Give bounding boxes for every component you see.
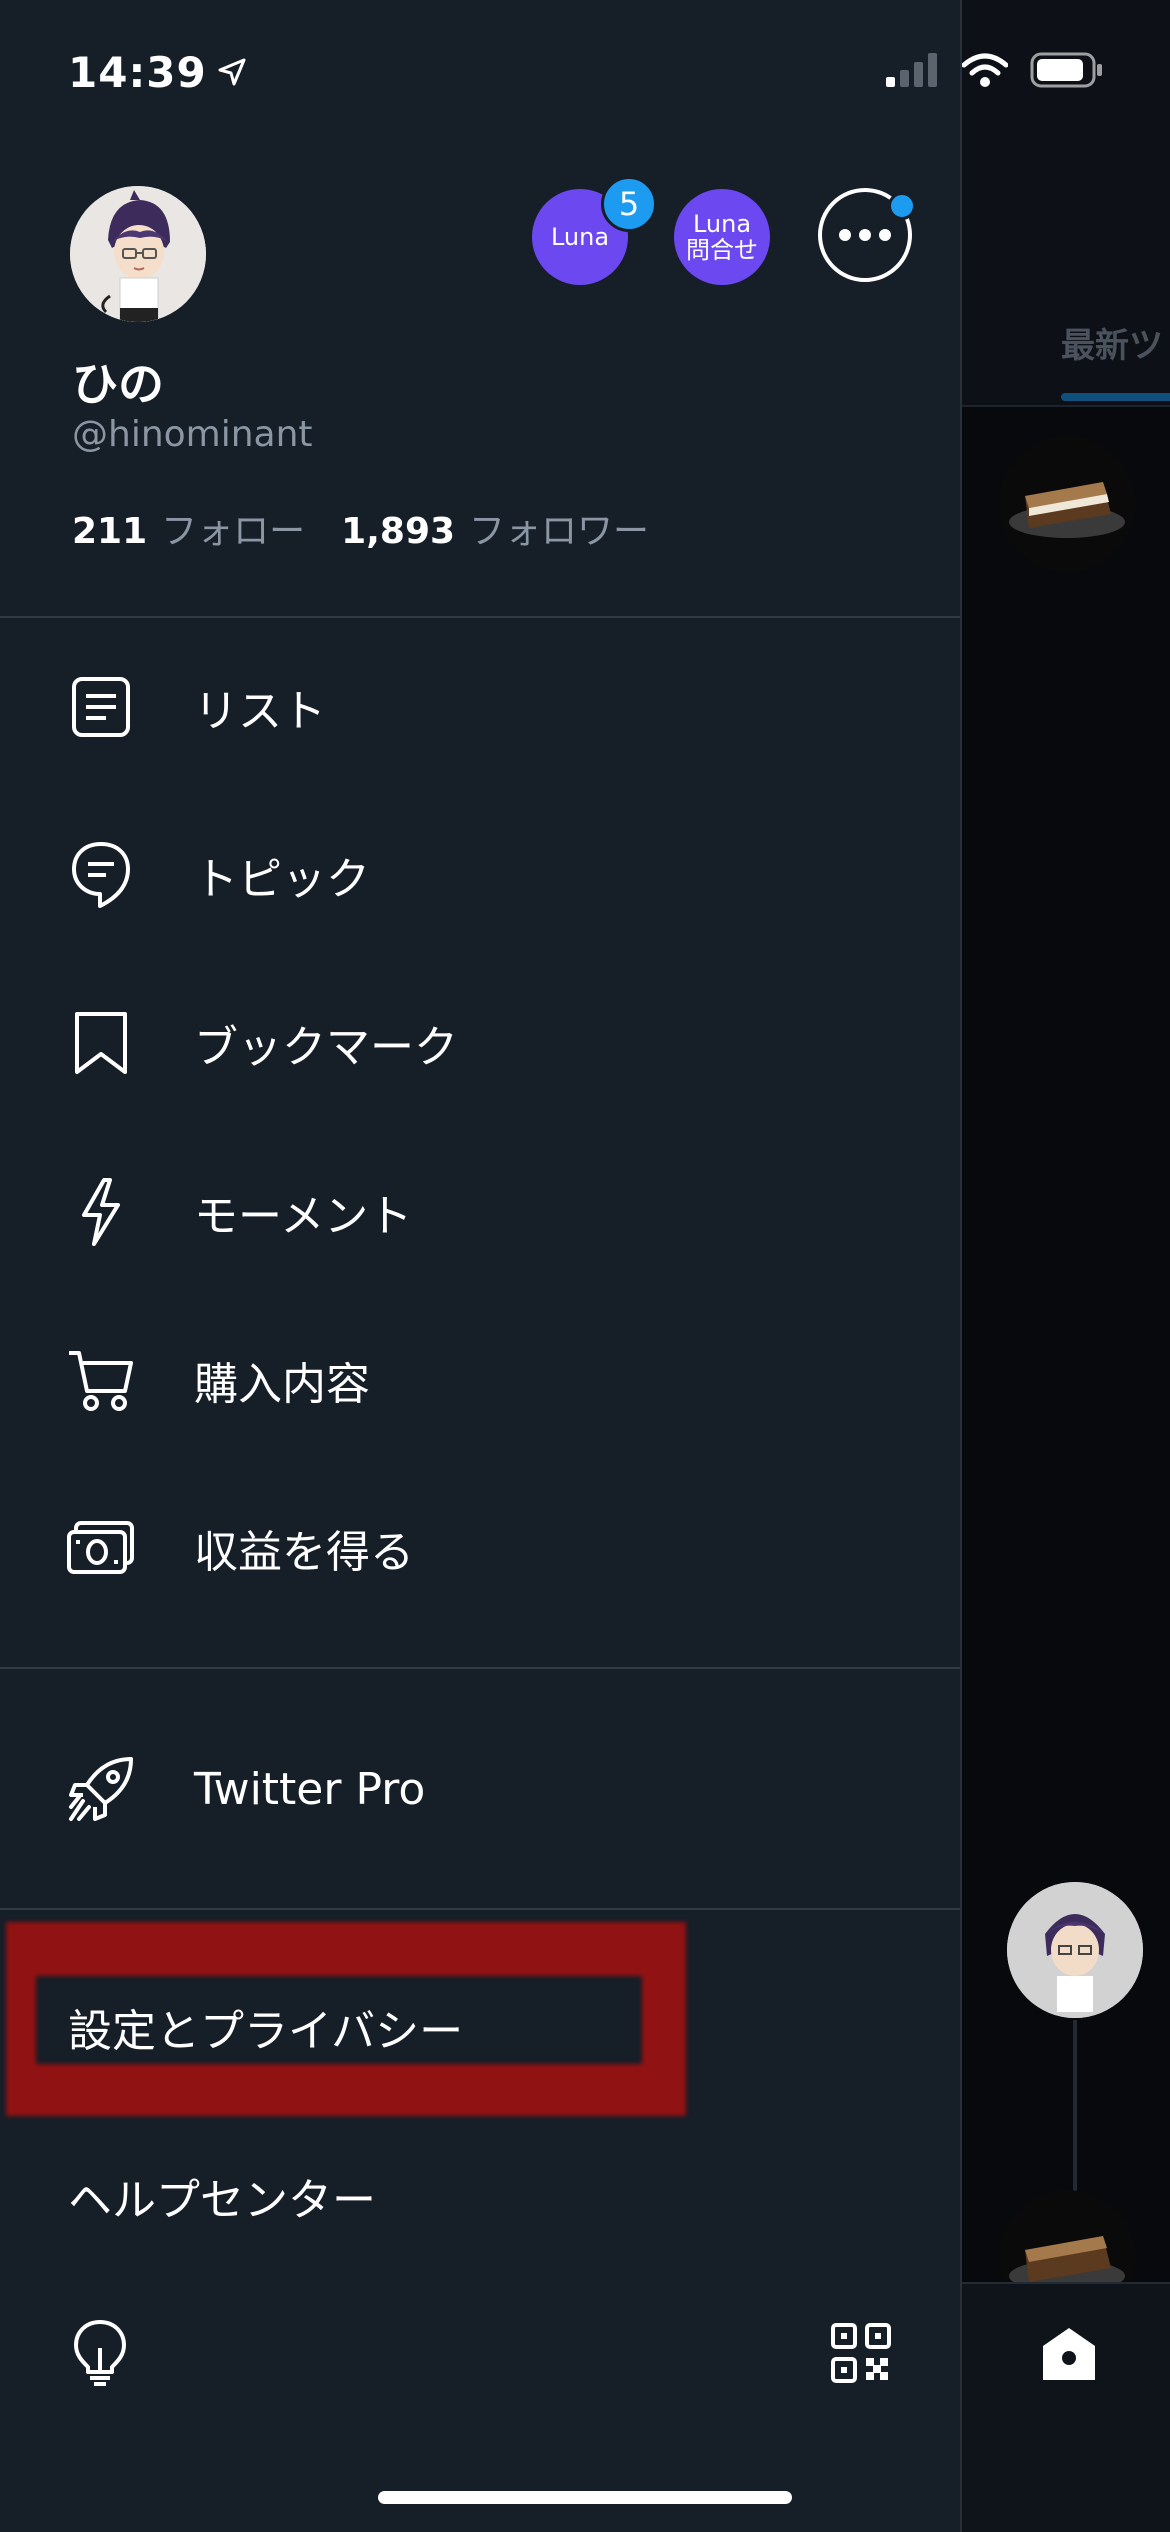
divider: [0, 1667, 960, 1669]
money-icon: [64, 1511, 138, 1585]
menu-item-label: ブックマーク: [194, 1022, 458, 1073]
battery-icon: [1030, 52, 1104, 92]
tab-latest[interactable]: 最新ツ: [1061, 318, 1163, 367]
wifi-icon: [961, 53, 1009, 91]
tweet-avatar-self[interactable]: [1007, 1882, 1143, 2018]
luna-badge-count: 5: [618, 185, 640, 223]
following-count: 211: [72, 511, 148, 552]
notification-dot: [888, 192, 916, 220]
followers-link[interactable]: 1,893 フォロワー: [341, 502, 649, 554]
cart-icon: [64, 1343, 138, 1417]
followers-label: フォロワー: [469, 511, 650, 552]
lightning-icon: [64, 1175, 138, 1249]
cellular-signal-icon: [886, 53, 940, 91]
menu-item-twitter-pro[interactable]: Twitter Pro: [0, 1714, 960, 1864]
menu-item-purchases[interactable]: 購入内容: [0, 1305, 960, 1455]
home-indicator[interactable]: [378, 2491, 792, 2504]
followers-count: 1,893: [341, 511, 456, 552]
menu-item-label: 購入内容: [194, 1359, 370, 1410]
status-time: 14:39: [68, 48, 247, 97]
bookmark-icon: [64, 1006, 138, 1080]
menu-item-label: Twitter Pro: [194, 1763, 426, 1815]
luna-label: Luna: [550, 222, 610, 251]
menu-item-help-center[interactable]: ヘルプセンター: [0, 2121, 960, 2271]
tab-indicator: [1061, 393, 1170, 401]
qr-code-icon[interactable]: [830, 2322, 892, 2388]
menu-item-moments[interactable]: モーメント: [0, 1137, 960, 1287]
following-label: フォロー: [161, 511, 306, 552]
divider: [0, 1908, 960, 1910]
lightbulb-icon[interactable]: [72, 2318, 128, 2390]
background-timeline: 最新ツ: [961, 0, 1170, 2532]
display-name[interactable]: ひの: [72, 348, 164, 414]
luna-contact-button[interactable]: Luna 問合せ: [674, 189, 770, 285]
more-dot: [839, 229, 851, 241]
list-icon: [64, 670, 138, 744]
status-time-text: 14:39: [68, 48, 207, 97]
more-dot: [859, 229, 871, 241]
luna-badge: 5: [601, 176, 657, 232]
menu-item-label: ヘルプセンター: [68, 2175, 376, 2226]
luna-contact-label-1: Luna: [692, 209, 752, 238]
bottom-tab-bar: [961, 2282, 1170, 2532]
rocket-icon: [64, 1752, 138, 1826]
profile-avatar[interactable]: [70, 186, 206, 322]
menu-item-monetization[interactable]: 収益を得る: [0, 1473, 960, 1623]
menu-item-bookmarks[interactable]: ブックマーク: [0, 968, 960, 1118]
thread-line: [1073, 2020, 1077, 2200]
luna-contact-label-2: 問合せ: [686, 236, 758, 264]
user-handle[interactable]: @hinominant: [72, 414, 313, 455]
menu-item-topics[interactable]: トピック: [0, 800, 960, 950]
menu-item-label: リスト: [194, 686, 326, 737]
divider: [0, 616, 960, 618]
home-icon[interactable]: [1039, 2324, 1099, 2388]
status-indicators: [886, 52, 1104, 92]
more-dot: [879, 229, 891, 241]
highlight-annotation: [6, 1922, 686, 2116]
menu-item-lists[interactable]: リスト: [0, 632, 960, 782]
side-drawer: 14:39 Luna 5 Luna 問合せ ひの @hinominant 211…: [0, 0, 1102, 2532]
location-arrow-icon: [217, 48, 247, 97]
follow-counts: 211 フォロー 1,893 フォロワー: [72, 502, 649, 554]
tweet-avatar[interactable]: [999, 436, 1135, 572]
following-link[interactable]: 211 フォロー: [72, 502, 305, 554]
topic-icon: [64, 838, 138, 912]
menu-item-label: モーメント: [194, 1191, 413, 1242]
menu-item-label: 収益を得る: [194, 1527, 414, 1578]
menu-item-label: トピック: [194, 854, 370, 905]
